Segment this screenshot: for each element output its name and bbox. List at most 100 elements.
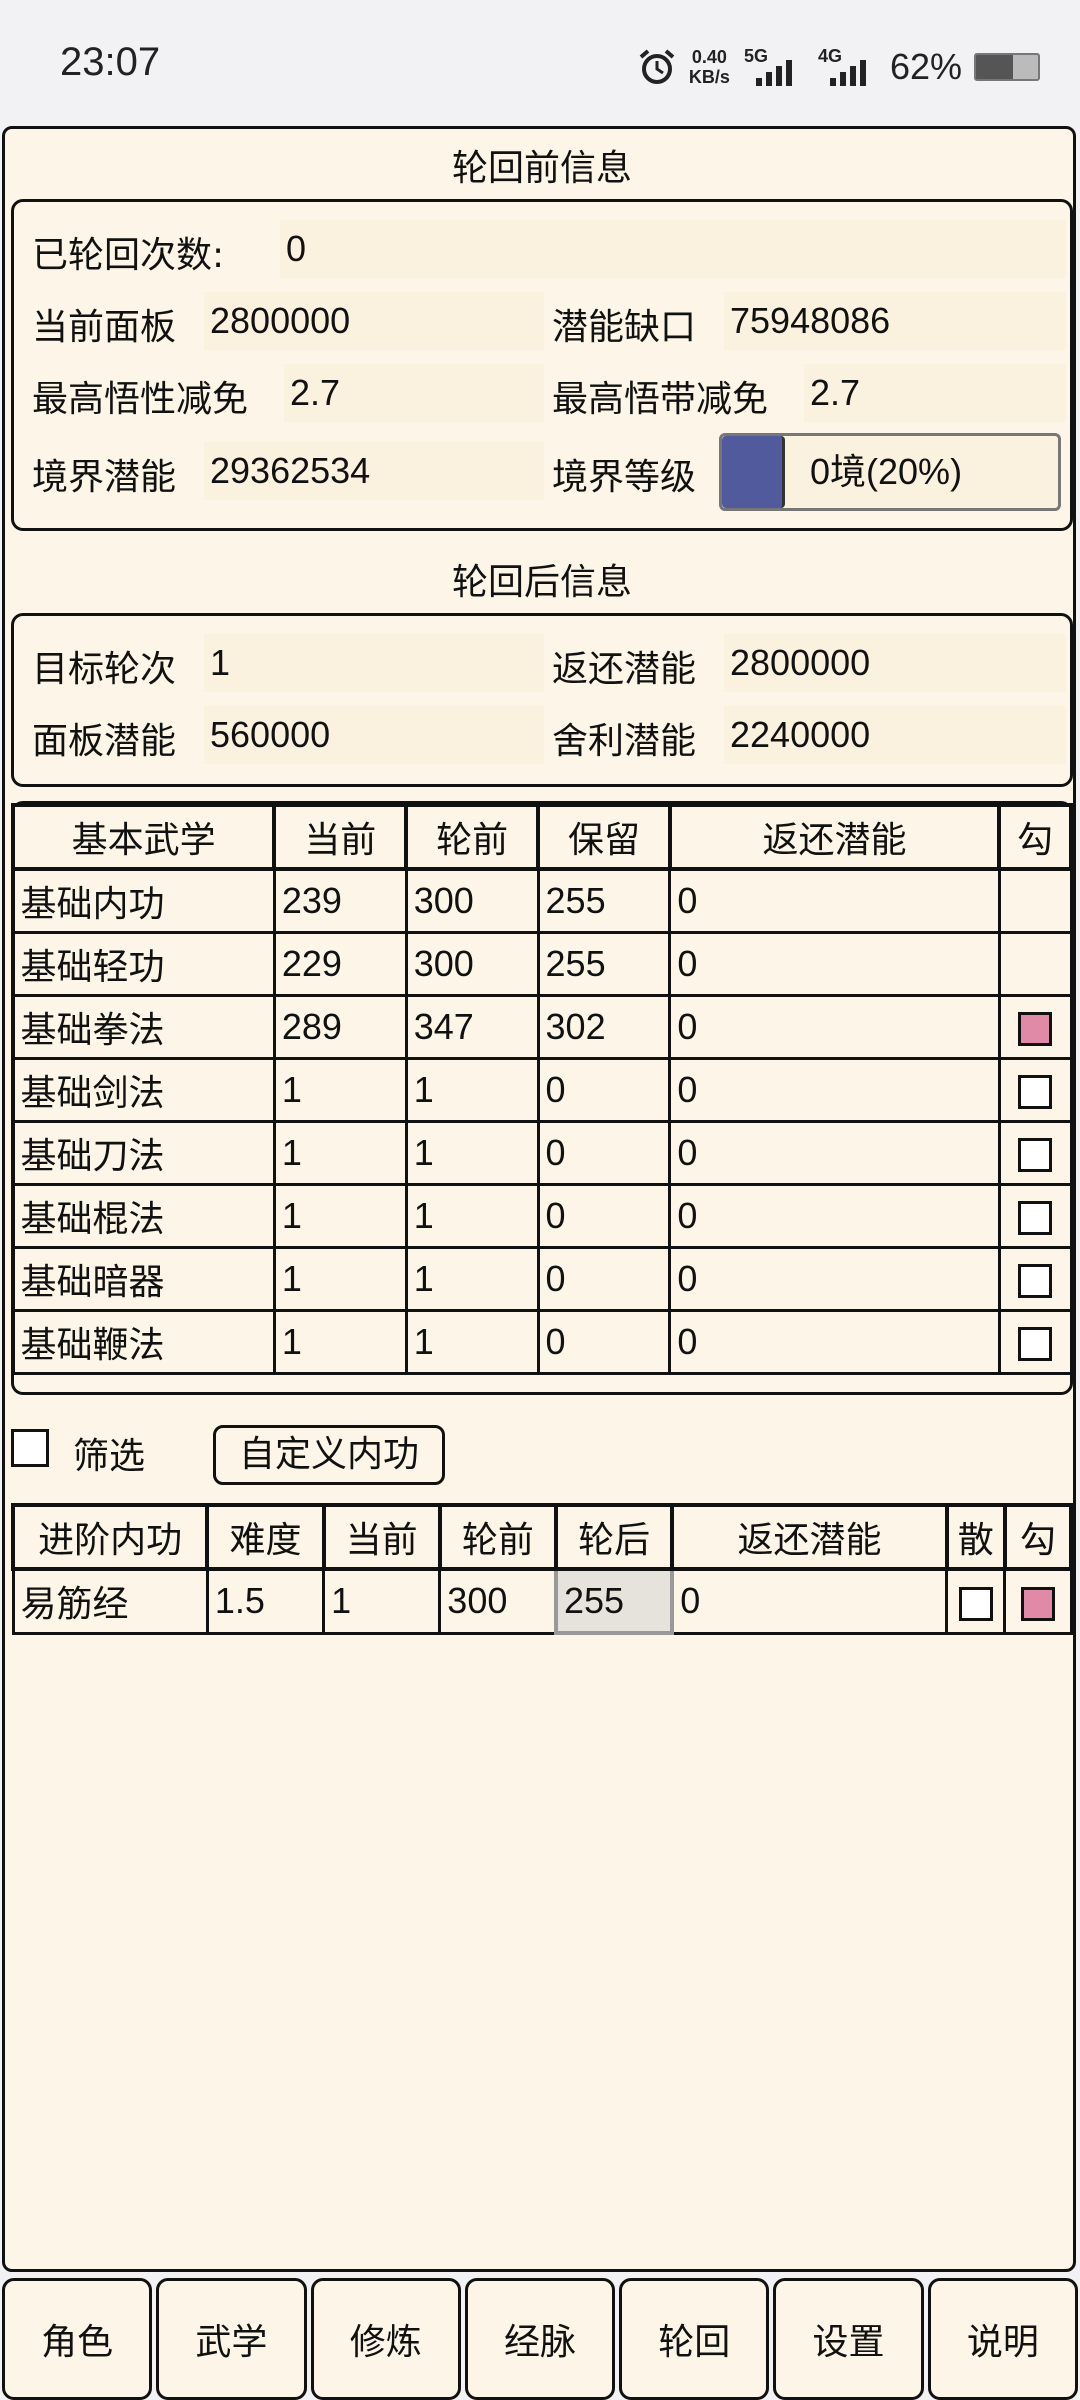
realm-level-button[interactable]: 0境(20%): [719, 433, 1061, 511]
header-return: 返还潜能: [667, 803, 1002, 871]
before-value: 300: [404, 867, 540, 934]
realm-level-progress-fill: [722, 436, 785, 508]
keep-value[interactable]: 0: [536, 1120, 672, 1186]
return-value: 0: [668, 1057, 1001, 1123]
filter-checkbox[interactable]: [11, 1429, 49, 1467]
nav-meridian-button[interactable]: 经脉: [464, 2278, 616, 2400]
status-icons: 0.40 KB/s 5G 4G 62%: [637, 46, 1040, 88]
adv-header-name: 进阶内功: [10, 1503, 210, 1571]
skill-name: 基础刀法: [11, 1120, 276, 1186]
keep-value[interactable]: 255: [536, 931, 672, 997]
row-checkbox[interactable]: [1018, 1201, 1053, 1236]
adv-header-return: 返还潜能: [670, 1503, 949, 1571]
nav-cultivate-button[interactable]: 修炼: [310, 2278, 461, 2400]
relic-potential-label: 舍利潜能: [552, 721, 697, 762]
target-round-value[interactable]: 1: [204, 634, 544, 692]
after-panel: 目标轮次 1 返还潜能 2800000 面板潜能 560000 舍利潜能 224…: [11, 613, 1073, 787]
battery-icon: [974, 53, 1040, 81]
keep-value[interactable]: 302: [536, 994, 672, 1060]
check-cell: [997, 1057, 1073, 1123]
current-panel-value: 2800000: [204, 292, 544, 350]
current-value: 1: [272, 1309, 408, 1375]
keep-value[interactable]: 0: [536, 1309, 672, 1375]
nav-settings-button[interactable]: 设置: [773, 2278, 924, 2400]
net-speed-unit: KB/s: [688, 67, 730, 87]
realm-level-label: 境界等级: [552, 457, 697, 498]
potential-gap-value: 75948086: [724, 292, 1066, 350]
skill-name: 基础轻功: [11, 931, 276, 997]
before-value: 300: [438, 1567, 558, 1635]
return-value: 0: [668, 1246, 1001, 1312]
header-basic: 基本武学: [10, 803, 277, 871]
nav-martial-button[interactable]: 武学: [156, 2278, 307, 2400]
advanced-neigong-table: 进阶内功 难度 当前 轮前 轮后 返还潜能 散 勾 易筋经 1.5 1 300 255 0: [10, 1503, 1074, 1635]
header-before: 轮前: [404, 803, 541, 871]
table-row: 基础暗器 1 1 0 0: [11, 1246, 1073, 1312]
header-check: 勾: [997, 803, 1073, 871]
target-round-label: 目标轮次: [32, 649, 177, 690]
bottom-nav: 角色 武学 修炼 经脉 轮回 设置 说明: [0, 2278, 1080, 2400]
table-row: 基础剑法 1 1 0 0: [11, 1057, 1073, 1123]
row-checkbox[interactable]: [1018, 1327, 1053, 1362]
before-value: 1: [404, 1057, 540, 1123]
adv-header-after: 轮后: [554, 1503, 675, 1571]
check-cell: [997, 1309, 1073, 1375]
adv-header-current: 当前: [321, 1503, 442, 1571]
realm-level-value: 0境(20%): [810, 451, 963, 492]
keep-value[interactable]: 0: [536, 1246, 672, 1312]
before-section-title: 轮回前信息: [451, 148, 632, 189]
before-value: 347: [404, 994, 540, 1060]
check-checkbox[interactable]: [1020, 1586, 1055, 1621]
nav-role-button[interactable]: 角色: [2, 2278, 153, 2400]
check-cell: [997, 1246, 1073, 1312]
table-row: 基础轻功 229 300 255 0: [11, 931, 1073, 997]
check-cell: [997, 1120, 1073, 1186]
row-checkbox[interactable]: [1018, 1264, 1053, 1299]
skill-name: 基础剑法: [11, 1057, 276, 1123]
keep-value[interactable]: 255: [536, 867, 672, 934]
skill-name: 基础暗器: [11, 1246, 276, 1312]
skill-name: 基础鞭法: [11, 1309, 276, 1375]
return-potential-value: 2800000: [724, 634, 1066, 692]
nav-reincarnation-button[interactable]: 轮回: [619, 2278, 770, 2400]
status-bar: 23:07 0.40 KB/s 5G 4G 62%: [0, 0, 1080, 126]
neigong-name: 易筋经: [11, 1567, 209, 1635]
row-checkbox[interactable]: [1018, 1012, 1053, 1047]
current-panel-label: 当前面板: [32, 307, 177, 348]
after-value[interactable]: 255: [554, 1567, 675, 1635]
max-wux-value: 2.7: [284, 364, 544, 422]
panel-potential-label: 面板潜能: [32, 721, 177, 762]
current-value: 1: [322, 1567, 442, 1635]
header-current: 当前: [272, 803, 409, 871]
nav-help-button[interactable]: 说明: [927, 2278, 1078, 2400]
return-value: 0: [668, 1309, 1001, 1375]
max-wux-label: 最高悟性减免: [32, 379, 249, 420]
signal-4g-icon: 4G: [816, 46, 878, 88]
table-row: 基础刀法 1 1 0 0: [11, 1120, 1073, 1186]
row-checkbox[interactable]: [1018, 1138, 1053, 1173]
before-value: 1: [404, 1183, 540, 1249]
return-potential-label: 返还潜能: [552, 649, 697, 690]
table-row: 基础拳法 289 347 302 0: [11, 994, 1073, 1060]
clock: 23:07: [60, 40, 161, 84]
keep-value[interactable]: 0: [536, 1183, 672, 1249]
table-row: 基础棍法 1 1 0 0: [11, 1183, 1073, 1249]
potential-gap-label: 潜能缺口: [552, 307, 697, 348]
alarm-icon: [639, 49, 675, 84]
return-value: 0: [670, 1567, 949, 1635]
filter-label: 筛选: [73, 1436, 146, 1477]
before-value: 1: [404, 1120, 540, 1186]
current-value: 1: [272, 1246, 408, 1312]
row-checkbox[interactable]: [1018, 1075, 1053, 1110]
app-frame: 轮回前信息 已轮回次数: 0 当前面板 2800000 潜能缺口 7594808…: [2, 126, 1076, 2272]
keep-value[interactable]: 0: [536, 1057, 672, 1123]
table-row: 易筋经 1.5 1 300 255 0: [11, 1567, 1073, 1635]
scatter-cell: [945, 1567, 1007, 1635]
realm-potential-label: 境界潜能: [32, 457, 177, 498]
realm-potential-value: 29362534: [204, 442, 544, 500]
scatter-checkbox[interactable]: [958, 1586, 993, 1621]
before-value: 300: [404, 931, 540, 997]
current-value: 1: [272, 1120, 408, 1186]
return-value: 0: [668, 931, 1001, 997]
custom-neigong-button[interactable]: 自定义内功: [213, 1425, 445, 1485]
